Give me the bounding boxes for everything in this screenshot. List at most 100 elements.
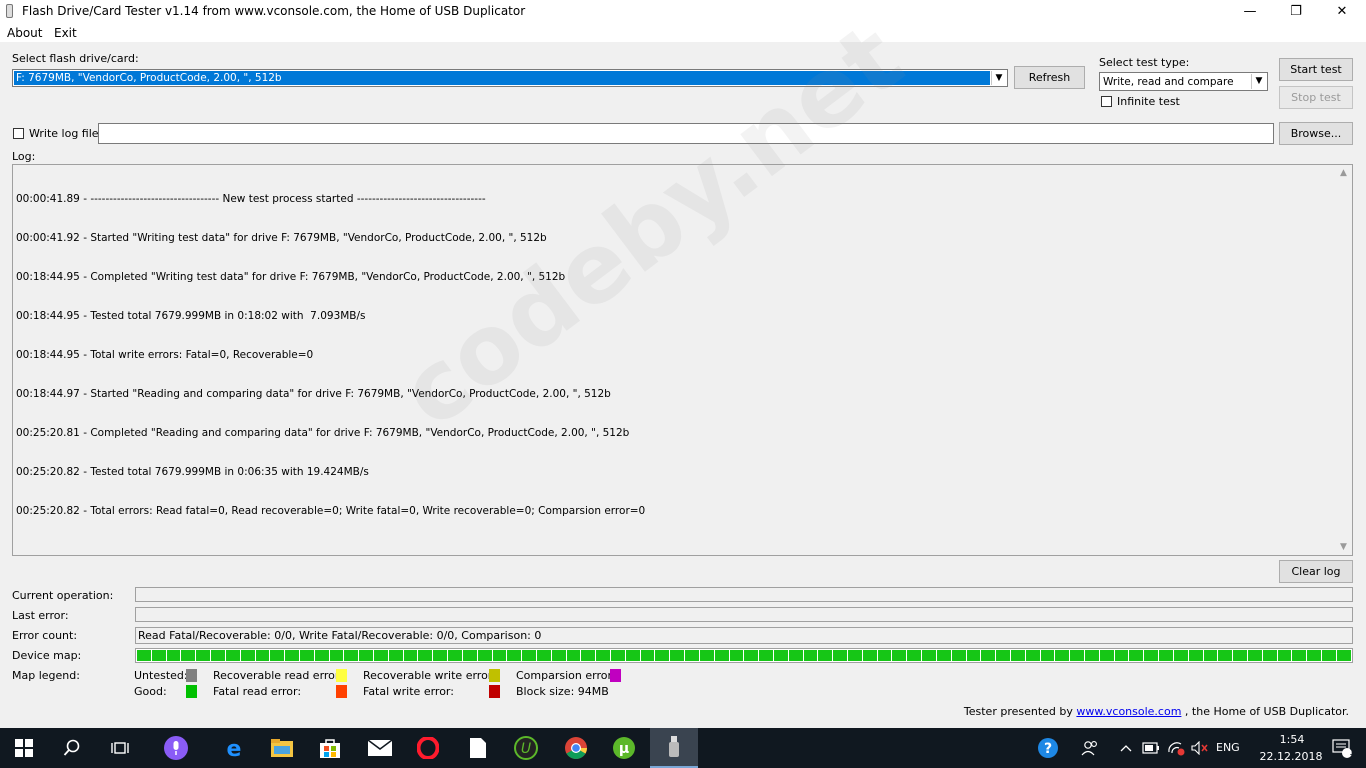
device-map-block xyxy=(1262,650,1277,661)
device-map-block xyxy=(773,650,788,661)
device-map-block xyxy=(833,650,847,661)
device-map-block xyxy=(151,650,166,661)
test-type-select[interactable]: Write, read and compare ▼ xyxy=(1099,72,1268,91)
device-map-block xyxy=(640,650,655,661)
maximize-button[interactable]: ❐ xyxy=(1273,0,1319,24)
device-map-block xyxy=(1040,650,1055,661)
legend-recoverable-write-swatch xyxy=(489,669,500,682)
device-map-block xyxy=(1336,650,1351,661)
device-map-block xyxy=(892,650,907,661)
device-map-block xyxy=(270,650,285,661)
device-map-block xyxy=(255,650,270,661)
svg-text:e: e xyxy=(227,737,242,760)
store-icon[interactable] xyxy=(306,728,354,768)
infinite-test-checkbox[interactable] xyxy=(1101,96,1112,107)
device-map-block xyxy=(1277,650,1292,661)
language-indicator[interactable]: ENG xyxy=(1216,741,1240,754)
chevron-down-icon[interactable]: ▼ xyxy=(991,71,1006,85)
clear-log-button[interactable]: Clear log xyxy=(1279,560,1353,583)
device-map-block xyxy=(137,650,151,661)
device-map-block xyxy=(803,650,818,661)
utorrent-icon[interactable]: µ xyxy=(600,728,648,768)
legend-untested-swatch xyxy=(186,669,197,682)
opera-icon[interactable] xyxy=(404,728,452,768)
select-test-type-label: Select test type: xyxy=(1099,56,1190,69)
device-map-block xyxy=(433,650,448,661)
device-map-block xyxy=(522,650,536,661)
edge-icon[interactable]: e xyxy=(210,728,258,768)
people-icon[interactable] xyxy=(1072,728,1108,768)
legend-comparsion-label: Comparsion error: xyxy=(516,669,616,682)
device-map-block xyxy=(951,650,966,661)
block-size-label: Block size: 94MB xyxy=(516,685,609,698)
device-map-block xyxy=(329,650,344,661)
last-error-field xyxy=(135,607,1353,622)
file-explorer-icon[interactable] xyxy=(258,728,306,768)
notification-icon[interactable]: 1 xyxy=(1318,728,1366,768)
device-map-block xyxy=(551,650,566,661)
device-map-block xyxy=(388,650,403,661)
device-map-block xyxy=(1233,650,1247,661)
clock-time[interactable]: 1:54 xyxy=(1272,733,1312,746)
device-map-block xyxy=(536,650,551,661)
battery-icon[interactable] xyxy=(1140,728,1162,768)
device-map-block xyxy=(1085,650,1099,661)
current-operation-field xyxy=(135,587,1353,602)
device-map-block xyxy=(492,650,507,661)
cortana-mic-icon[interactable] xyxy=(152,728,200,768)
chevron-down-icon[interactable]: ▼ xyxy=(1251,74,1266,89)
flash-drive-app-icon xyxy=(6,4,13,18)
menu-exit[interactable]: Exit xyxy=(54,26,77,40)
device-map-block xyxy=(685,650,699,661)
document-icon[interactable] xyxy=(454,728,502,768)
legend-fatal-write-swatch xyxy=(489,685,500,698)
select-drive-label: Select flash drive/card: xyxy=(12,52,139,65)
write-log-checkbox[interactable] xyxy=(13,128,24,139)
stop-test-button[interactable]: Stop test xyxy=(1279,86,1353,109)
device-map-block xyxy=(848,650,862,661)
device-map-block xyxy=(418,650,433,661)
device-map-block xyxy=(936,650,951,661)
svg-text:µ: µ xyxy=(619,741,629,757)
scroll-up-icon[interactable]: ▲ xyxy=(1335,168,1352,178)
legend-recoverable-read-label: Recoverable read error: xyxy=(213,669,343,682)
device-map-block xyxy=(581,650,596,661)
device-map-block xyxy=(625,650,640,661)
task-view-icon[interactable] xyxy=(96,728,144,768)
chevron-up-icon[interactable] xyxy=(1116,728,1136,768)
scroll-down-icon[interactable]: ▼ xyxy=(1335,542,1352,552)
device-map-block xyxy=(744,650,759,661)
close-button[interactable]: ✕ xyxy=(1319,0,1365,24)
device-map-block xyxy=(299,650,314,661)
flash-tester-icon[interactable] xyxy=(650,728,698,768)
log-scrollbar[interactable]: ▲ ▼ xyxy=(1335,165,1352,555)
device-map-block xyxy=(181,650,196,661)
help-icon[interactable]: ? xyxy=(1026,728,1070,768)
device-map-block xyxy=(240,650,255,661)
device-map-block xyxy=(285,650,299,661)
device-map-block xyxy=(1173,650,1188,661)
mail-icon[interactable] xyxy=(356,728,404,768)
vconsole-link[interactable]: www.vconsole.com xyxy=(1076,705,1181,718)
clock-date[interactable]: 22.12.2018 xyxy=(1258,750,1324,763)
legend-good-swatch xyxy=(186,685,197,698)
log-line: 00:25:20.82 - Total errors: Read fatal=0… xyxy=(16,505,646,517)
minimize-button[interactable]: — xyxy=(1227,0,1273,24)
search-icon[interactable] xyxy=(48,728,96,768)
device-map-block xyxy=(1188,650,1203,661)
wifi-off-icon[interactable] xyxy=(1164,728,1188,768)
device-map-block xyxy=(788,650,803,661)
refresh-button[interactable]: Refresh xyxy=(1014,66,1085,89)
device-map-block xyxy=(211,650,225,661)
start-test-button[interactable]: Start test xyxy=(1279,58,1353,81)
volume-muted-icon[interactable] xyxy=(1188,728,1212,768)
device-map-block xyxy=(314,650,329,661)
browse-button[interactable]: Browse... xyxy=(1279,122,1353,145)
chrome-icon[interactable] xyxy=(552,728,600,768)
device-map-block xyxy=(759,650,773,661)
log-line: 00:25:20.81 - Completed "Reading and com… xyxy=(16,427,630,439)
utorrent-green-icon[interactable]: U xyxy=(502,728,550,768)
device-map-block xyxy=(1247,650,1262,661)
windows-start-icon[interactable] xyxy=(0,728,48,768)
menu-about[interactable]: About xyxy=(7,26,42,40)
